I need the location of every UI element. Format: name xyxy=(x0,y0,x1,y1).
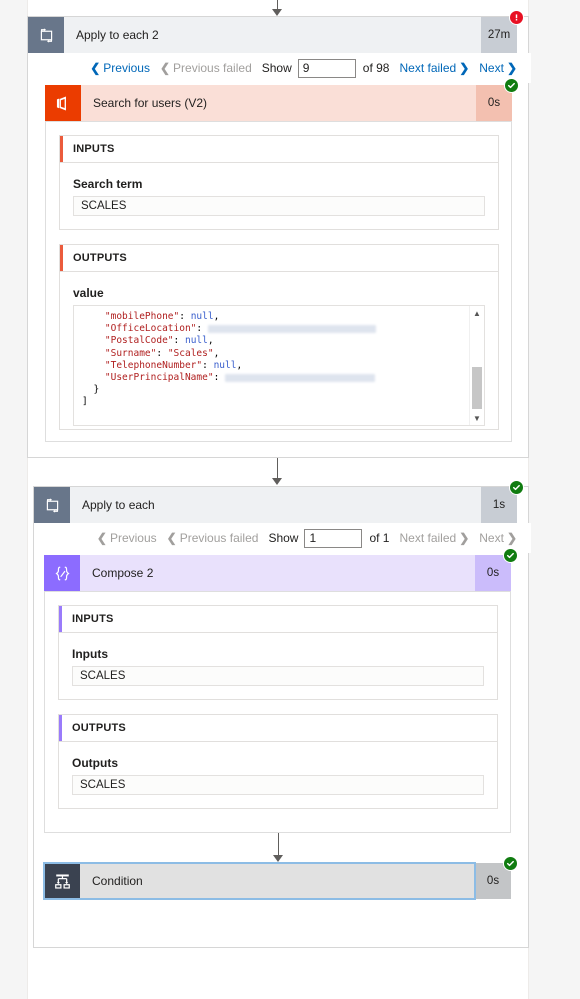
chevron-right-icon: ❯ xyxy=(506,61,517,75)
json-line: "OfficeLocation": xyxy=(82,323,484,335)
action2-status-badge-success xyxy=(503,548,518,563)
action2-outputs-body: Outputs SCALES xyxy=(59,742,497,809)
json-scroll-track[interactable] xyxy=(470,320,484,411)
json-line: "Surname": "Scales", xyxy=(104,347,220,359)
scope1-of-label: of 98 xyxy=(362,61,390,75)
compose-outputs-value[interactable]: SCALES xyxy=(72,775,484,795)
condition-branch-icon xyxy=(44,863,80,899)
compose-inputs-label: Inputs xyxy=(72,647,108,661)
redacted-value xyxy=(207,324,376,333)
action-header-compose-2[interactable]: Compose 2 0s xyxy=(44,548,518,591)
action1-outputs-body: value "mobilePhone": null, "OfficeLocati… xyxy=(60,272,498,436)
outputs-json-code: "mobilePhone": null, "OfficeLocation": "… xyxy=(74,306,484,409)
scope2-previous-link[interactable]: ❮ Previous xyxy=(97,531,157,545)
chevron-right-icon: ❯ xyxy=(506,531,517,545)
json-line: ] xyxy=(82,396,88,408)
action1-title: Search for users (V2) xyxy=(93,96,208,110)
scope1-status-badge-error xyxy=(509,10,524,25)
scope-card-apply-to-each[interactable]: Apply to each 1s ❮ Previous ❮ Previous f… xyxy=(33,480,531,948)
json-line: "UserPrincipalName": xyxy=(82,372,484,384)
compose-inputs-value[interactable]: SCALES xyxy=(72,666,484,686)
scope2-next-failed-link[interactable]: Next failed ❯ xyxy=(399,531,469,545)
scope1-previous-failed-link[interactable]: ❮ Previous failed xyxy=(160,61,252,75)
action-header-condition[interactable]: Condition 0s xyxy=(44,856,518,899)
action2-outputs-label: OUTPUTS xyxy=(59,715,497,742)
scope2-title: Apply to each xyxy=(82,498,155,512)
action2-title: Compose 2 xyxy=(92,566,154,580)
scope2-pager[interactable]: ❮ Previous ❮ Previous failed Show of 1 N… xyxy=(34,523,531,553)
chevron-right-icon: ❯ xyxy=(459,61,470,75)
scroll-up-arrow-icon[interactable]: ▲ xyxy=(470,306,484,320)
action2-body: INPUTS Inputs SCALES OUTPUTS Outputs SCA… xyxy=(44,591,511,833)
condition-status-badge-success xyxy=(503,856,518,871)
search-term-label: Search term xyxy=(73,177,143,191)
compose-braces-icon xyxy=(44,555,80,591)
action-header-search-for-users[interactable]: Search for users (V2) 0s xyxy=(45,78,519,121)
action1-inputs-label: INPUTS xyxy=(60,136,498,163)
office365-users-icon xyxy=(45,85,81,121)
scope2-status-badge-success xyxy=(509,480,524,495)
condition-title: Condition xyxy=(92,874,143,888)
scope1-pager[interactable]: ❮ Previous ❮ Previous failed Show of 98 … xyxy=(28,53,531,83)
action2-inputs-section: INPUTS Inputs SCALES xyxy=(58,605,498,700)
action1-status-badge-success xyxy=(504,78,519,93)
action2-outputs-section: OUTPUTS Outputs SCALES xyxy=(58,714,498,809)
value-label: value xyxy=(73,286,104,300)
json-line: } xyxy=(93,384,100,396)
search-term-value[interactable]: SCALES xyxy=(73,196,485,216)
scope2-previous-failed-link[interactable]: ❮ Previous failed xyxy=(167,531,259,545)
action1-body: INPUTS Search term SCALES OUTPUTS value … xyxy=(45,121,512,442)
json-line: "PostalCode": null, xyxy=(104,335,214,347)
chevron-left-icon: ❮ xyxy=(166,531,177,545)
scope2-page-input[interactable] xyxy=(304,528,363,548)
action2-inputs-body: Inputs SCALES xyxy=(59,633,497,700)
chevron-left-icon: ❮ xyxy=(90,61,101,75)
chevron-left-icon: ❮ xyxy=(159,61,171,75)
compose-outputs-label: Outputs xyxy=(72,756,118,770)
scope1-title: Apply to each 2 xyxy=(76,28,159,42)
action1-outputs-section: OUTPUTS value "mobilePhone": null, "Offi… xyxy=(59,244,499,430)
foreach-loop-icon xyxy=(34,487,70,523)
scroll-down-arrow-icon[interactable]: ▼ xyxy=(470,411,484,425)
scope1-page-input[interactable] xyxy=(297,58,356,78)
scope2-show-label: Show xyxy=(268,531,299,545)
scope1-show-label: Show xyxy=(261,61,292,75)
scope2-header[interactable]: Apply to each 1s xyxy=(34,480,524,523)
json-line: "TelephoneNumber": null, xyxy=(104,359,243,371)
json-scrollbar[interactable]: ▲ ▼ xyxy=(469,306,484,425)
outputs-json-viewer[interactable]: "mobilePhone": null, "OfficeLocation": "… xyxy=(73,305,485,426)
action1-outputs-label: OUTPUTS xyxy=(60,245,498,272)
flow-run-details-page: Apply to each 2 27m ❮ Previous ❮ Previou… xyxy=(0,0,580,999)
scope1-next-link[interactable]: Next ❯ xyxy=(479,61,517,75)
action1-inputs-section: INPUTS Search term SCALES xyxy=(59,135,499,230)
json-scroll-thumb[interactable] xyxy=(472,367,482,409)
scope1-header[interactable]: Apply to each 2 27m xyxy=(28,10,524,53)
redacted-value xyxy=(225,373,376,382)
action1-inputs-body: Search term SCALES xyxy=(60,163,498,230)
connector-arrow-top xyxy=(270,0,284,16)
scope1-previous-link[interactable]: ❮ Previous xyxy=(90,61,150,75)
scope2-next-link[interactable]: Next ❯ xyxy=(479,531,517,545)
scope1-next-failed-link[interactable]: Next failed ❯ xyxy=(399,61,469,75)
chevron-right-icon: ❯ xyxy=(459,531,470,545)
chevron-left-icon: ❮ xyxy=(96,531,107,545)
connector-arrow-inner xyxy=(271,833,285,863)
scope-card-apply-to-each-2[interactable]: Apply to each 2 27m ❮ Previous ❮ Previou… xyxy=(27,10,531,458)
scope2-of-label: of 1 xyxy=(369,531,390,545)
connector-arrow-middle xyxy=(270,458,284,486)
action2-inputs-label: INPUTS xyxy=(59,606,497,633)
json-line: "mobilePhone": null, xyxy=(104,311,220,322)
foreach-loop-icon xyxy=(28,17,64,53)
